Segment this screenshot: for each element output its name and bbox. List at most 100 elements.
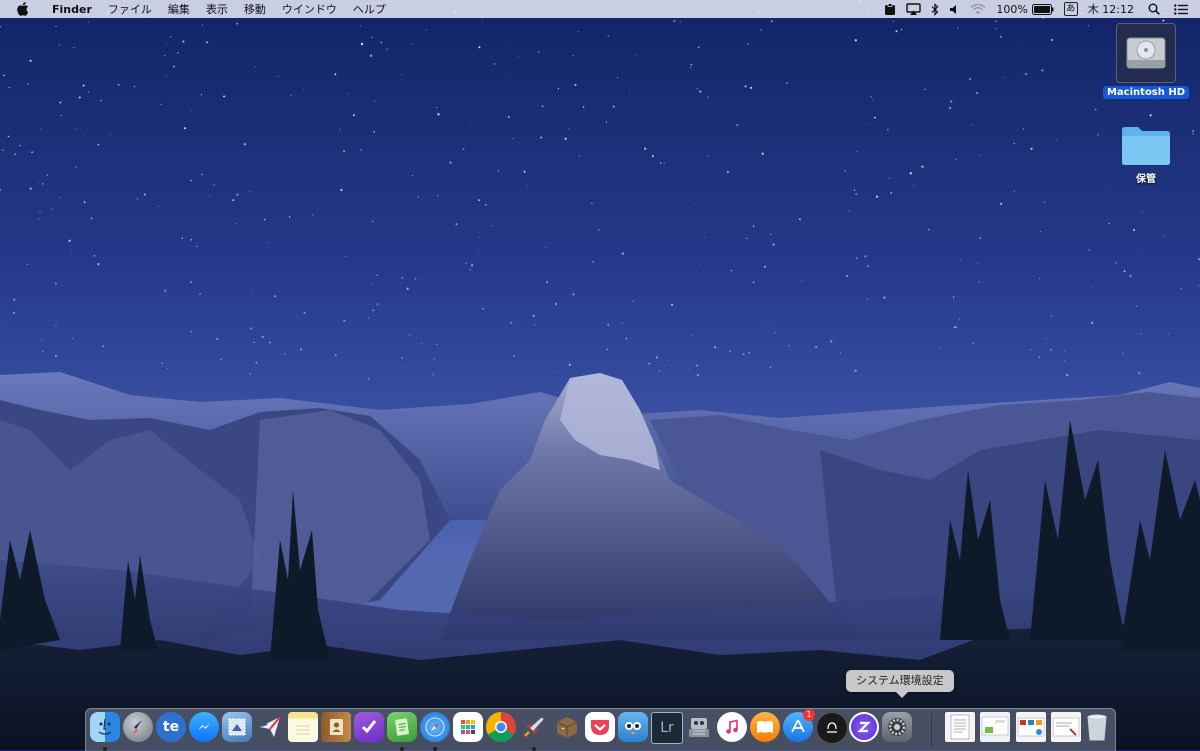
battery-percent[interactable]: 100% <box>996 0 1027 18</box>
wifi-icon[interactable] <box>970 0 986 18</box>
dock-item-airmail[interactable] <box>255 712 285 742</box>
wallpaper-star <box>844 170 847 172</box>
wallpaper-star <box>952 296 955 298</box>
wallpaper-star <box>13 311 15 314</box>
wallpaper-star <box>249 373 251 375</box>
wallpaper-star <box>592 260 595 263</box>
dock-item-launchpad[interactable] <box>123 712 153 742</box>
menu-app-name[interactable]: Finder <box>44 3 100 16</box>
wallpaper-star <box>540 136 543 139</box>
menu-help[interactable]: ヘルプ <box>345 1 394 17</box>
wallpaper-star <box>360 42 364 46</box>
dock-item-chrome[interactable] <box>486 712 516 742</box>
dock-item-app-store[interactable]: 1 <box>783 709 815 742</box>
dock-item-evernote-like[interactable] <box>387 712 417 751</box>
dock-item-trash[interactable] <box>1082 712 1112 742</box>
dock-item-te-app[interactable]: te <box>156 712 186 742</box>
volume-icon[interactable] <box>949 0 960 18</box>
wallpaper-star <box>1039 231 1041 233</box>
wallpaper-star <box>854 39 857 42</box>
notification-center-icon[interactable] <box>1174 0 1188 18</box>
dock-item-package-app[interactable] <box>552 712 582 742</box>
menu-window[interactable]: ウインドウ <box>274 1 345 17</box>
wallpaper-star <box>742 353 745 356</box>
wallpaper-star <box>866 298 869 301</box>
wallpaper-star <box>855 193 858 196</box>
dock-item-mail-app[interactable] <box>222 712 252 742</box>
dock-item-ibooks[interactable] <box>750 712 780 742</box>
dock-item-pocket[interactable] <box>585 712 615 742</box>
dock-item-document-stack[interactable] <box>945 712 975 742</box>
menu-clock[interactable]: 木 12:12 <box>1088 0 1134 18</box>
wallpaper-star <box>696 88 698 90</box>
wallpaper-star <box>1091 287 1093 288</box>
wallpaper-star <box>55 25 57 27</box>
wallpaper-star <box>1097 134 1099 136</box>
wallpaper-star <box>1142 211 1144 213</box>
bird-robot-icon <box>618 712 648 742</box>
dock-item-automator[interactable] <box>684 712 714 742</box>
dock-item-lightroom[interactable]: Lr <box>651 712 683 744</box>
wallpaper-star <box>471 264 474 267</box>
wallpaper-star <box>497 170 500 172</box>
bluetooth-icon[interactable] <box>931 0 939 18</box>
wallpaper-star <box>545 246 547 248</box>
wallpaper-star <box>1122 352 1124 355</box>
wallpaper-star <box>556 371 558 372</box>
wallpaper-star <box>691 335 693 337</box>
wallpaper-star <box>401 357 404 359</box>
wallpaper-star <box>893 20 895 22</box>
wallpaper-star <box>572 293 575 296</box>
clipboard-icon[interactable] <box>884 0 896 18</box>
dock-item-contacts[interactable] <box>321 712 351 742</box>
wallpaper-star <box>651 155 654 158</box>
dock-item-safari[interactable] <box>420 712 450 751</box>
dock-item-messenger[interactable] <box>189 712 219 742</box>
dock-item-notes[interactable] <box>288 712 318 742</box>
wallpaper-star <box>165 75 167 77</box>
wallpaper-star <box>848 210 850 212</box>
wallpaper-star <box>1108 222 1110 225</box>
wallpaper-star <box>169 36 172 38</box>
wallpaper-star <box>1041 69 1044 72</box>
dock-item-itunes[interactable] <box>717 712 747 742</box>
dock-item-preview-stack-1[interactable] <box>980 712 1010 742</box>
apple-menu-icon[interactable] <box>16 2 30 16</box>
input-method-menu[interactable]: あ <box>1063 0 1078 18</box>
desktop-icon-folder[interactable]: 保管 <box>1114 124 1178 185</box>
wallpaper-star <box>507 115 510 118</box>
dock-item-system-preferences[interactable] <box>882 712 912 742</box>
dock-item-rocket-app[interactable] <box>519 712 549 751</box>
dock-item-preview-stack-3[interactable] <box>1051 712 1081 742</box>
search-icon[interactable] <box>1148 0 1160 18</box>
wallpaper-star <box>1192 130 1195 132</box>
wallpaper-star <box>729 350 731 352</box>
menu-file[interactable]: ファイル <box>100 1 160 17</box>
dock-item-tweetbot[interactable] <box>618 712 648 742</box>
desktop-icon-macintosh-hd[interactable]: Macintosh HD <box>1102 23 1190 99</box>
wallpaper-star <box>955 158 957 160</box>
wallpaper-star <box>232 199 235 202</box>
menu-go[interactable]: 移動 <box>236 1 274 17</box>
dock-item-grid-app[interactable] <box>453 712 483 742</box>
dock-item-dark-circle-app[interactable] <box>816 712 848 744</box>
lightroom-icon: Lr <box>651 712 683 744</box>
wallpaper-star <box>748 351 750 354</box>
dock-item-z-app[interactable] <box>849 712 879 742</box>
wallpaper-star <box>300 348 303 351</box>
wallpaper-star <box>703 236 705 238</box>
dock-item-finder[interactable] <box>90 712 120 751</box>
dock-item-preview-stack-2[interactable] <box>1016 712 1046 742</box>
battery-icon[interactable] <box>1031 0 1054 18</box>
hard-drive-icon <box>1116 23 1176 83</box>
music-note-icon <box>717 712 747 742</box>
wallpaper-star <box>895 30 898 33</box>
airplay-icon[interactable] <box>906 0 922 18</box>
wallpaper-star <box>7 135 10 138</box>
dock-item-omnifocus[interactable] <box>354 712 384 742</box>
wallpaper-star <box>1115 262 1117 264</box>
wallpaper-star <box>979 237 982 240</box>
wallpaper-star <box>373 131 375 133</box>
menu-view[interactable]: 表示 <box>198 1 236 17</box>
menu-edit[interactable]: 編集 <box>160 1 198 17</box>
